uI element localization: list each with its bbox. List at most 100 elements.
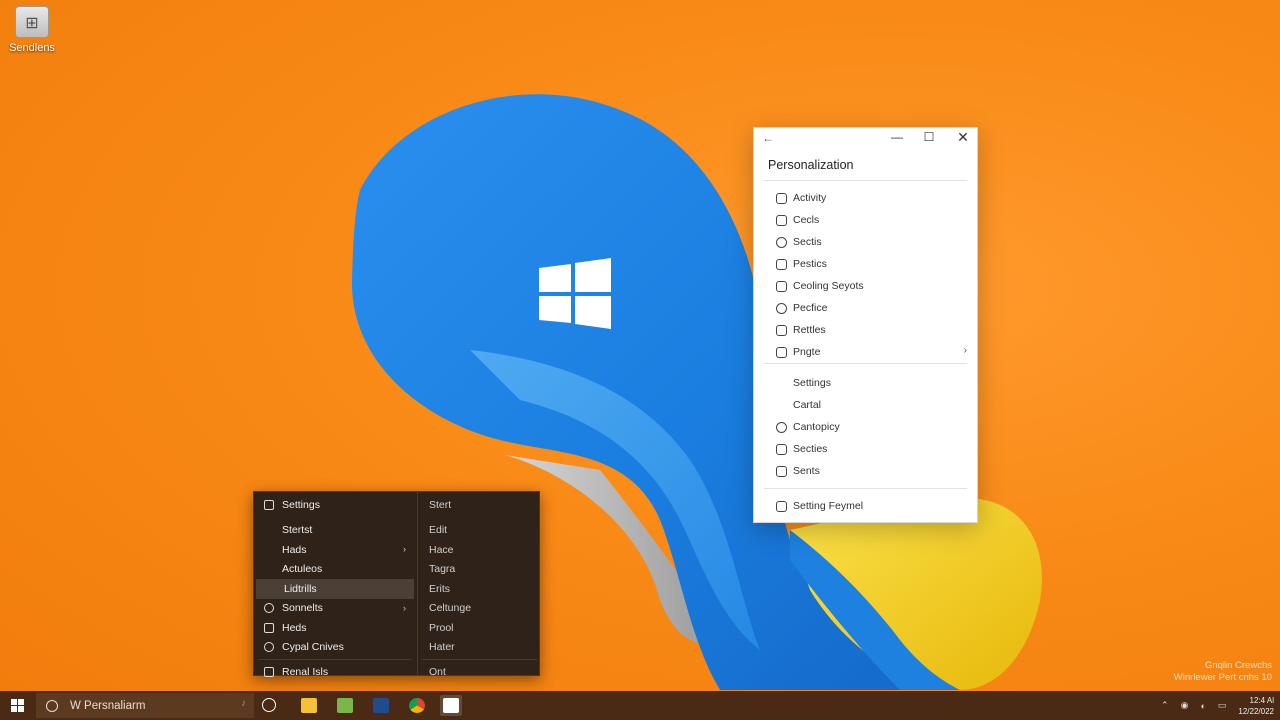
- desktop-shortcut-label: Sendlens: [9, 42, 55, 54]
- context-menu-item[interactable]: Celtunge: [418, 599, 541, 619]
- context-menu-item[interactable]: Edit: [418, 521, 541, 541]
- context-menu-item[interactable]: Erits: [418, 579, 541, 599]
- context-menu-item[interactable]: Cypal Cnives: [254, 638, 416, 658]
- taskbar-search-box[interactable]: W Persnaliarm ♪: [36, 693, 254, 718]
- settings-nav-label: Setting Feymel: [793, 500, 864, 512]
- settings-nav-label: Cecls: [793, 214, 820, 226]
- context-menu-label: Prool: [429, 621, 454, 634]
- context-menu-left-column: Settings Stertst Hads › Actuleos Lidtrills Son…: [254, 492, 416, 678]
- folder-icon: [264, 603, 274, 614]
- context-menu-label: Heds: [282, 621, 307, 634]
- settings-section-footer: Setting Feymel: [754, 489, 977, 517]
- context-menu-label: Cypal Cnives: [282, 641, 344, 654]
- chevron-right-icon: ›: [403, 544, 406, 554]
- context-menu-item[interactable]: Heds: [254, 618, 416, 638]
- settings-app-icon: [443, 698, 459, 713]
- start-button[interactable]: [0, 691, 34, 720]
- theme-icon: [776, 302, 787, 314]
- settings-nav-item[interactable]: Ceoling Seyots: [754, 275, 977, 297]
- cortana-icon[interactable]: [262, 698, 276, 712]
- settings-nav-item[interactable]: Secties: [754, 438, 977, 460]
- context-menu-label: Settings: [282, 498, 320, 511]
- taskbar-app-green[interactable]: [334, 695, 356, 716]
- context-menu-item[interactable]: Settings: [254, 495, 416, 515]
- network-icon[interactable]: ◉: [1181, 700, 1189, 711]
- page-title: Personalization: [768, 158, 854, 172]
- settings-nav-label: Pecfice: [793, 302, 828, 314]
- settings-section-main: Activity Cecls Sectis Pestics Ceoling Seyots…: [754, 181, 977, 363]
- chevron-right-icon: ›: [963, 345, 967, 356]
- app-icon: [373, 698, 389, 713]
- settings-nav-item[interactable]: Pecfice: [754, 297, 977, 319]
- taskbar-chrome[interactable]: [406, 695, 428, 716]
- settings-nav-item[interactable]: Pestics: [754, 253, 977, 275]
- gear-icon: [264, 499, 274, 510]
- globe-icon: [776, 443, 787, 455]
- context-menu-label: Celtunge: [429, 602, 472, 615]
- volume-icon[interactable]: ◐: [1200, 701, 1205, 711]
- chevron-up-icon[interactable]: ⌃: [1161, 700, 1169, 711]
- microphone-icon[interactable]: ♪: [241, 698, 246, 709]
- settings-nav-label: Ceoling Seyots: [793, 280, 864, 292]
- context-menu-item[interactable]: Renal Isls: [254, 662, 416, 682]
- menu-separator: [258, 659, 412, 660]
- context-menu-item[interactable]: Hads ›: [254, 540, 416, 560]
- folder-icon: [301, 698, 317, 713]
- desktop-shortcut[interactable]: ⊞ Sendlens: [6, 6, 58, 54]
- context-menu-item[interactable]: Ont: [418, 662, 541, 682]
- settings-nav-label: Rettles: [793, 324, 826, 336]
- context-menu-label: Ont: [429, 665, 446, 678]
- taskbar-app-blue[interactable]: [370, 695, 392, 716]
- watermark-line-2: Winrlewer Pert cnhs 10: [1173, 672, 1272, 683]
- settings-nav-label: Pngte: [793, 346, 821, 358]
- menu-separator: [422, 659, 537, 660]
- start-icon: [776, 346, 787, 358]
- context-menu-item[interactable]: Lidtrills: [256, 579, 414, 599]
- context-menu-item[interactable]: Tagra: [418, 560, 541, 580]
- context-menu-right-column: Stert Edit Hace Tagra Erits Celtunge Prool Hate…: [417, 492, 541, 678]
- taskbar-icon: [776, 500, 787, 512]
- context-menu-label: Renal Isls: [282, 665, 329, 678]
- context-menu-item[interactable]: Stert: [418, 495, 541, 515]
- app-icon: [337, 698, 353, 713]
- settings-nav-label: Sents: [793, 465, 820, 477]
- settings-nav-item[interactable]: Settings: [754, 372, 977, 394]
- power-icon: [264, 666, 274, 677]
- context-menu-item[interactable]: Hater: [418, 638, 541, 658]
- context-menu-item[interactable]: Actuleos: [254, 560, 416, 580]
- back-arrow-icon[interactable]: ←: [762, 131, 774, 145]
- context-menu-item[interactable]: Hace: [418, 540, 541, 560]
- close-button[interactable]: ✕: [953, 129, 973, 146]
- taskbar: W Persnaliarm ♪ ⌃ ◉ ◐ ▭ 12:4 Al 12/22/02…: [0, 691, 1280, 720]
- maximize-button[interactable]: ☐: [919, 130, 939, 144]
- clock[interactable]: 12:4 Al 12/22/022: [1238, 695, 1274, 717]
- settings-nav-item[interactable]: Sents: [754, 460, 977, 482]
- minimize-button[interactable]: —: [887, 130, 907, 144]
- activation-watermark: Gnqlin Crewchs Winrlewer Pert cnhs 10: [1174, 660, 1272, 684]
- context-menu-label: Hads: [282, 543, 307, 556]
- keyboard-icon[interactable]: ▭: [1218, 700, 1227, 711]
- context-menu-item[interactable]: Prool: [418, 618, 541, 638]
- shield-icon: [776, 465, 787, 477]
- lock-icon: [776, 280, 787, 292]
- settings-nav-item[interactable]: Sectis: [754, 231, 977, 253]
- settings-nav-item[interactable]: Cartal: [754, 394, 977, 416]
- context-menu-item[interactable]: Stertst: [254, 521, 416, 541]
- settings-nav-item[interactable]: Cantopicy: [754, 416, 977, 438]
- taskbar-file-explorer[interactable]: [298, 695, 320, 716]
- settings-nav-item[interactable]: Activity: [754, 187, 977, 209]
- settings-nav-item[interactable]: Setting Feymel: [754, 495, 977, 517]
- watermark-line-1: Gnqlin Crewchs: [1204, 660, 1272, 671]
- taskbar-settings-app[interactable]: [440, 695, 462, 716]
- settings-nav-item[interactable]: Cecls: [754, 209, 977, 231]
- font-icon: [776, 324, 787, 336]
- context-menu-item[interactable]: Sonnelts ›: [254, 599, 416, 619]
- settings-nav-item[interactable]: Pngte ›: [754, 341, 977, 363]
- settings-nav-item[interactable]: Rettles: [754, 319, 977, 341]
- settings-nav-label: Settings: [793, 377, 831, 389]
- palette-icon: [776, 214, 787, 226]
- context-menu-label: Lidtrills: [284, 582, 317, 595]
- desktop-wallpaper: [351, 94, 1042, 691]
- context-menu-label: Sonnelts: [282, 602, 323, 615]
- copy-icon: [264, 622, 274, 633]
